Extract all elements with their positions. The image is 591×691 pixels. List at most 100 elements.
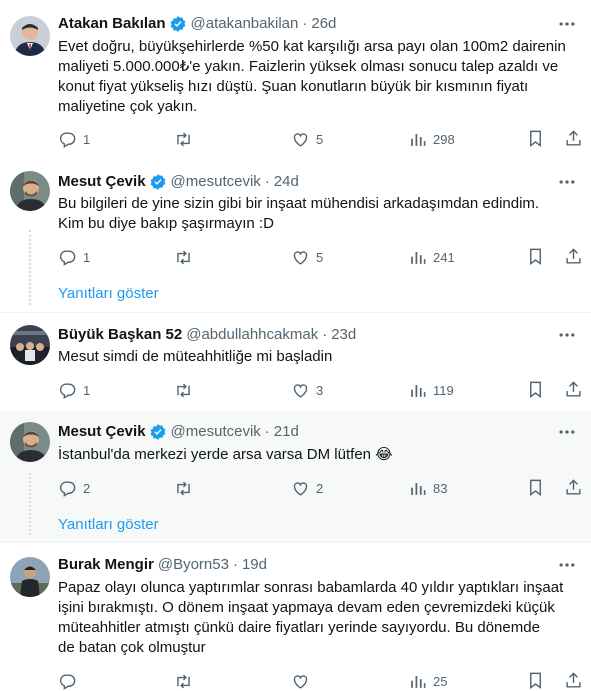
tweet-text: Papaz olayı olunca yaptırımlar sonrası b… bbox=[58, 579, 564, 656]
bookmark-icon[interactable] bbox=[526, 380, 545, 399]
tweet-text: Bu bilgileri de yine sizin gibi bir inşa… bbox=[58, 195, 540, 232]
avatar[interactable] bbox=[10, 422, 50, 462]
views-button[interactable]: 25 bbox=[408, 671, 447, 691]
tweet[interactable]: Burak Mengir @Byorn53 · 19d Papaz olayı … bbox=[0, 543, 591, 691]
repost-button[interactable] bbox=[174, 478, 199, 498]
tweet[interactable]: Mesut Çevik @mesutcevik · 21d İstanbul'd… bbox=[0, 411, 591, 542]
timestamp[interactable]: 23d bbox=[331, 325, 356, 345]
reply-icon bbox=[59, 131, 76, 148]
timestamp[interactable]: 21d bbox=[274, 422, 299, 442]
like-button[interactable]: 5 bbox=[291, 247, 323, 267]
display-name[interactable]: Mesut Çevik bbox=[58, 172, 146, 192]
bookmark-icon[interactable] bbox=[526, 478, 545, 497]
reply-count: 1 bbox=[83, 131, 91, 147]
more-icon[interactable] bbox=[557, 325, 577, 345]
tweet[interactable]: Atakan Bakılan @atakanbakilan · 26d Evet… bbox=[0, 0, 591, 160]
bookmark-icon[interactable] bbox=[526, 247, 545, 266]
views-button[interactable]: 83 bbox=[408, 478, 447, 498]
separator: · bbox=[302, 15, 308, 32]
action-bar: 2 2 83 bbox=[58, 478, 583, 498]
repost-button[interactable] bbox=[174, 129, 199, 149]
like-button[interactable]: 5 bbox=[291, 129, 323, 149]
share-icon[interactable] bbox=[564, 671, 583, 690]
like-button[interactable]: 3 bbox=[291, 380, 323, 400]
handle[interactable]: @mesutcevik bbox=[171, 172, 261, 192]
like-count: 5 bbox=[316, 249, 324, 265]
action-bar: 1 3 119 bbox=[58, 380, 583, 400]
handle[interactable]: @atakanbakilan bbox=[191, 14, 299, 34]
avatar[interactable] bbox=[10, 171, 50, 211]
like-count: 3 bbox=[316, 382, 324, 398]
like-icon bbox=[293, 383, 308, 398]
separator: · bbox=[264, 423, 270, 440]
share-icon[interactable] bbox=[564, 380, 583, 399]
more-icon[interactable] bbox=[557, 14, 577, 34]
share-icon[interactable] bbox=[564, 478, 583, 497]
reply-button[interactable] bbox=[58, 671, 83, 691]
view-count: 119 bbox=[433, 382, 454, 398]
like-icon bbox=[293, 481, 308, 496]
reply-button[interactable]: 2 bbox=[58, 478, 90, 498]
reply-icon bbox=[59, 382, 76, 399]
like-icon bbox=[293, 132, 308, 147]
action-bar: 1 5 298 bbox=[58, 129, 583, 149]
views-icon bbox=[411, 251, 426, 264]
tweet[interactable]: Büyük Başkan 52 @abdullahhcakmak · 23d M… bbox=[0, 313, 591, 411]
separator: · bbox=[264, 173, 270, 190]
handle[interactable]: @Byorn53 bbox=[158, 555, 229, 575]
bookmark-icon[interactable] bbox=[526, 129, 545, 148]
repost-icon bbox=[177, 674, 190, 688]
thread-line bbox=[29, 230, 31, 305]
reply-button[interactable]: 1 bbox=[58, 129, 90, 149]
views-icon bbox=[411, 482, 426, 495]
tweet-header: Mesut Çevik @mesutcevik · 21d bbox=[58, 422, 299, 442]
show-replies-link[interactable]: Yanıtları göster bbox=[58, 516, 159, 533]
display-name[interactable]: Mesut Çevik bbox=[58, 422, 146, 442]
views-button[interactable]: 298 bbox=[408, 129, 455, 149]
share-icon[interactable] bbox=[564, 129, 583, 148]
views-button[interactable]: 119 bbox=[408, 380, 454, 400]
views-button[interactable]: 241 bbox=[408, 247, 455, 267]
more-icon[interactable] bbox=[557, 422, 577, 442]
like-button[interactable]: 2 bbox=[291, 478, 323, 498]
handle[interactable]: @mesutcevik bbox=[171, 422, 261, 442]
display-name[interactable]: Burak Mengir bbox=[58, 555, 154, 575]
display-name[interactable]: Büyük Başkan 52 bbox=[58, 325, 182, 345]
repost-button[interactable] bbox=[174, 671, 199, 691]
more-icon[interactable] bbox=[557, 555, 577, 575]
reply-button[interactable]: 1 bbox=[58, 247, 90, 267]
timestamp[interactable]: 26d bbox=[311, 14, 336, 34]
reply-icon bbox=[59, 480, 76, 497]
avatar[interactable] bbox=[10, 16, 50, 56]
timestamp[interactable]: 19d bbox=[242, 555, 267, 575]
like-icon bbox=[293, 250, 308, 265]
reply-button[interactable]: 1 bbox=[58, 380, 90, 400]
share-icon[interactable] bbox=[564, 247, 583, 266]
view-count: 25 bbox=[433, 673, 448, 689]
tweet-header: Mesut Çevik @mesutcevik · 24d bbox=[58, 172, 299, 192]
avatar[interactable] bbox=[10, 325, 50, 365]
like-button[interactable] bbox=[291, 671, 316, 691]
bookmark-icon[interactable] bbox=[526, 671, 545, 690]
handle[interactable]: @abdullahhcakmak bbox=[186, 325, 318, 345]
repost-icon bbox=[177, 250, 190, 264]
repost-button[interactable] bbox=[174, 380, 199, 400]
tweet-text: İstanbul'da merkezi yerde arsa varsa DM … bbox=[58, 446, 393, 463]
more-icon[interactable] bbox=[557, 172, 577, 192]
timestamp[interactable]: 24d bbox=[274, 172, 299, 192]
tweet-header: Atakan Bakılan @atakanbakilan · 26d bbox=[58, 14, 336, 34]
views-icon bbox=[411, 675, 426, 688]
display-name[interactable]: Atakan Bakılan bbox=[58, 14, 166, 34]
reply-count: 1 bbox=[83, 382, 91, 398]
tweet-text: Mesut simdi de müteahhitliğe mi başladin bbox=[58, 348, 333, 365]
view-count: 298 bbox=[433, 131, 455, 147]
verified-badge-icon bbox=[150, 424, 165, 440]
avatar[interactable] bbox=[10, 557, 50, 597]
action-bar: 1 5 241 bbox=[58, 247, 583, 267]
repost-icon bbox=[177, 132, 190, 146]
tweet[interactable]: Mesut Çevik @mesutcevik · 24d Bu bilgile… bbox=[0, 160, 591, 312]
show-replies-link[interactable]: Yanıtları göster bbox=[58, 285, 159, 302]
repost-button[interactable] bbox=[174, 247, 199, 267]
separator: · bbox=[232, 556, 238, 573]
tweet-header: Büyük Başkan 52 @abdullahhcakmak · 23d bbox=[58, 325, 356, 345]
